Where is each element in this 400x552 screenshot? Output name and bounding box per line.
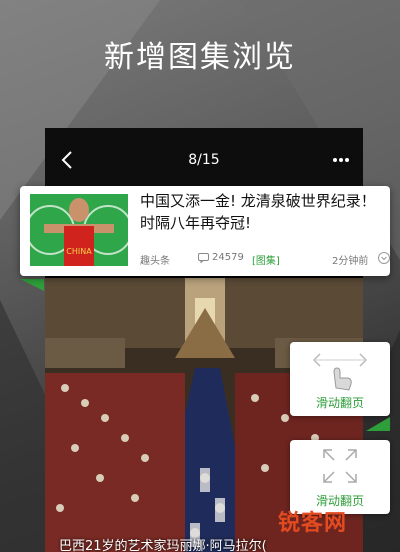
expand-arrows-icon (322, 448, 358, 484)
jersey-text: CHINA (66, 247, 92, 256)
dismiss-icon[interactable] (378, 252, 390, 267)
more-dots-icon[interactable] (329, 151, 353, 169)
gallery-tag: [图集] (252, 256, 280, 267)
news-meta: 趣头条 24579 [图集] 2分钟前 (140, 252, 390, 268)
page-counter: 8/15 (188, 152, 220, 168)
news-source: 趣头条 (140, 256, 170, 267)
promo-title: 新增图集浏览 (104, 40, 296, 75)
news-title[interactable]: 中国又添一金! 龙清泉破世界纪录！时隔八年再夺冠! (140, 190, 384, 234)
gallery-topbar: 8/15 (45, 128, 363, 192)
card-fold (20, 276, 44, 291)
news-time: 2分钟前 (332, 256, 369, 267)
swipe-hint-card: 滑动翻页 (290, 342, 390, 416)
comment-icon (198, 252, 209, 265)
watermark: 锐客网 (278, 511, 348, 536)
news-card[interactable]: CHINA 中国又添一金! 龙清泉破世界纪录！时隔八年再夺冠! 趣头条 2457… (20, 186, 390, 276)
photo-caption: 巴西21岁的艺术家玛丽娜·阿马拉尔( (59, 539, 267, 552)
hint-fold (366, 416, 390, 431)
hint-label: 滑动翻页 (315, 396, 364, 410)
hand-swipe-icon (310, 348, 370, 392)
news-thumbnail: CHINA (30, 194, 128, 266)
expand-hint-card: 滑动翻页 (290, 440, 390, 514)
comment-count: 24579 (212, 252, 244, 263)
